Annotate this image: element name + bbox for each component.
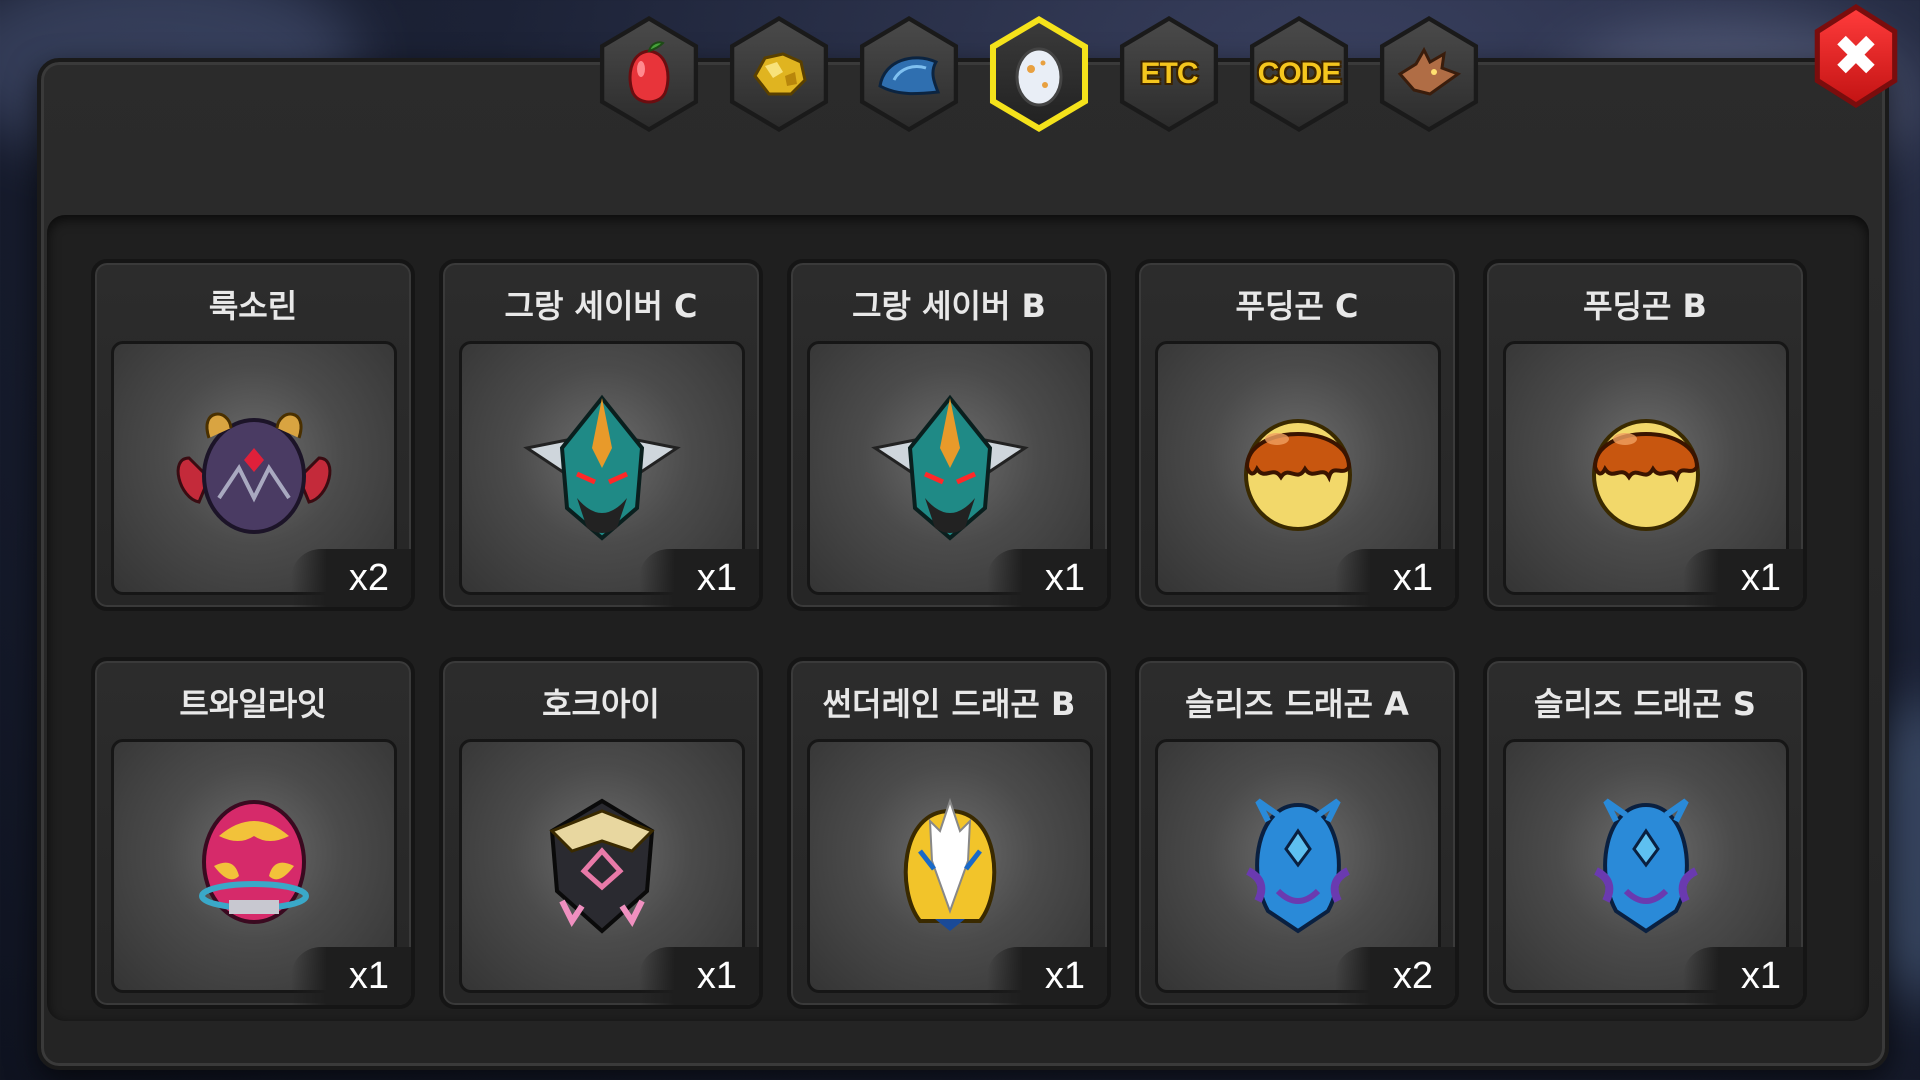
grand-saber-egg-icon	[523, 394, 681, 541]
card-title: 푸딩곤 B	[1583, 287, 1707, 325]
egg-card-grand-saber-b-item[interactable]: 그랑 세이버 B x1	[787, 259, 1111, 611]
pudding-egg-icon	[1592, 419, 1700, 531]
item-count-badge: x1	[290, 947, 411, 1005]
tab-code-label: CODE	[1257, 57, 1342, 90]
item-count-badge: x1	[986, 549, 1107, 607]
card-title: 호크아이	[542, 685, 660, 723]
card-title: 슬리즈 드래곤 S	[1534, 685, 1756, 723]
pudding-egg-icon	[1244, 419, 1352, 531]
grand-saber-egg-icon	[871, 394, 1029, 541]
thunderrain-egg-icon	[903, 797, 997, 931]
card-title: 룩소린	[208, 287, 298, 325]
sleaze-egg-icon	[1246, 798, 1350, 934]
egg-card-grand-saber-c-item[interactable]: 그랑 세이버 C x1	[439, 259, 763, 611]
card-title: 푸딩곤 C	[1235, 287, 1359, 325]
tab-etc[interactable]: ETC	[1112, 16, 1226, 132]
twilight-egg-icon	[199, 800, 309, 924]
egg-card-sleaze-s-item[interactable]: 슬리즈 드래곤 S x1	[1483, 657, 1807, 1009]
tab-gold[interactable]	[722, 16, 836, 132]
close-button[interactable]: ✖	[1808, 4, 1904, 108]
item-count-badge: x1	[1682, 947, 1803, 1005]
tab-code[interactable]: CODE	[1242, 16, 1356, 132]
egg-card-sleaze-a-item[interactable]: 슬리즈 드래곤 A x2	[1135, 657, 1459, 1009]
close-icon: ✖	[1832, 23, 1880, 89]
item-count-badge: x2	[290, 549, 411, 607]
category-tabs: ETC CODE	[592, 16, 1486, 132]
tab-fruit[interactable]	[592, 16, 706, 132]
item-count-badge: x1	[1334, 549, 1455, 607]
card-title: 썬더레인 드래곤 B	[822, 685, 1076, 723]
red-fruit-icon	[628, 41, 670, 104]
egg-icon	[1015, 47, 1063, 107]
sleaze-egg-icon	[1594, 798, 1698, 934]
egg-card-pudding-c-item[interactable]: 푸딩곤 C x1	[1135, 259, 1459, 611]
tab-egg[interactable]	[982, 16, 1096, 132]
luxorin-egg-icon	[176, 412, 332, 534]
egg-card-pudding-b-item[interactable]: 푸딩곤 B x1	[1483, 259, 1807, 611]
tab-etc-label: ETC	[1140, 57, 1199, 90]
tab-dragon-scale[interactable]	[852, 16, 966, 132]
item-grid: 룩소린 x2 그랑 세이버 C x1 그랑 세이버 B x1 푸딩곤 C x1 …	[47, 215, 1869, 1021]
item-count-badge: x2	[1334, 947, 1455, 1005]
item-count-badge: x1	[638, 947, 759, 1005]
hawkeye-egg-icon	[549, 798, 655, 934]
blue-scale-icon	[878, 56, 941, 96]
egg-card-thunderrain-b-item[interactable]: 썬더레인 드래곤 B x1	[787, 657, 1111, 1009]
egg-card-hawkeye-item[interactable]: 호크아이 x1	[439, 657, 763, 1009]
gold-nugget-icon	[753, 52, 807, 96]
card-title: 트와일라잇	[179, 685, 327, 723]
card-title: 슬리즈 드래곤 A	[1185, 685, 1409, 723]
card-title: 그랑 세이버 C	[504, 287, 698, 325]
tab-dragon[interactable]	[1372, 16, 1486, 132]
item-count-badge: x1	[638, 549, 759, 607]
egg-card-twilight-item[interactable]: 트와일라잇 x1	[91, 657, 415, 1009]
card-title: 그랑 세이버 B	[852, 287, 1046, 325]
item-count-badge: x1	[1682, 549, 1803, 607]
item-count-badge: x1	[986, 947, 1107, 1005]
dragon-head-icon	[1397, 46, 1462, 96]
egg-card-luxorin-item[interactable]: 룩소린 x2	[91, 259, 415, 611]
